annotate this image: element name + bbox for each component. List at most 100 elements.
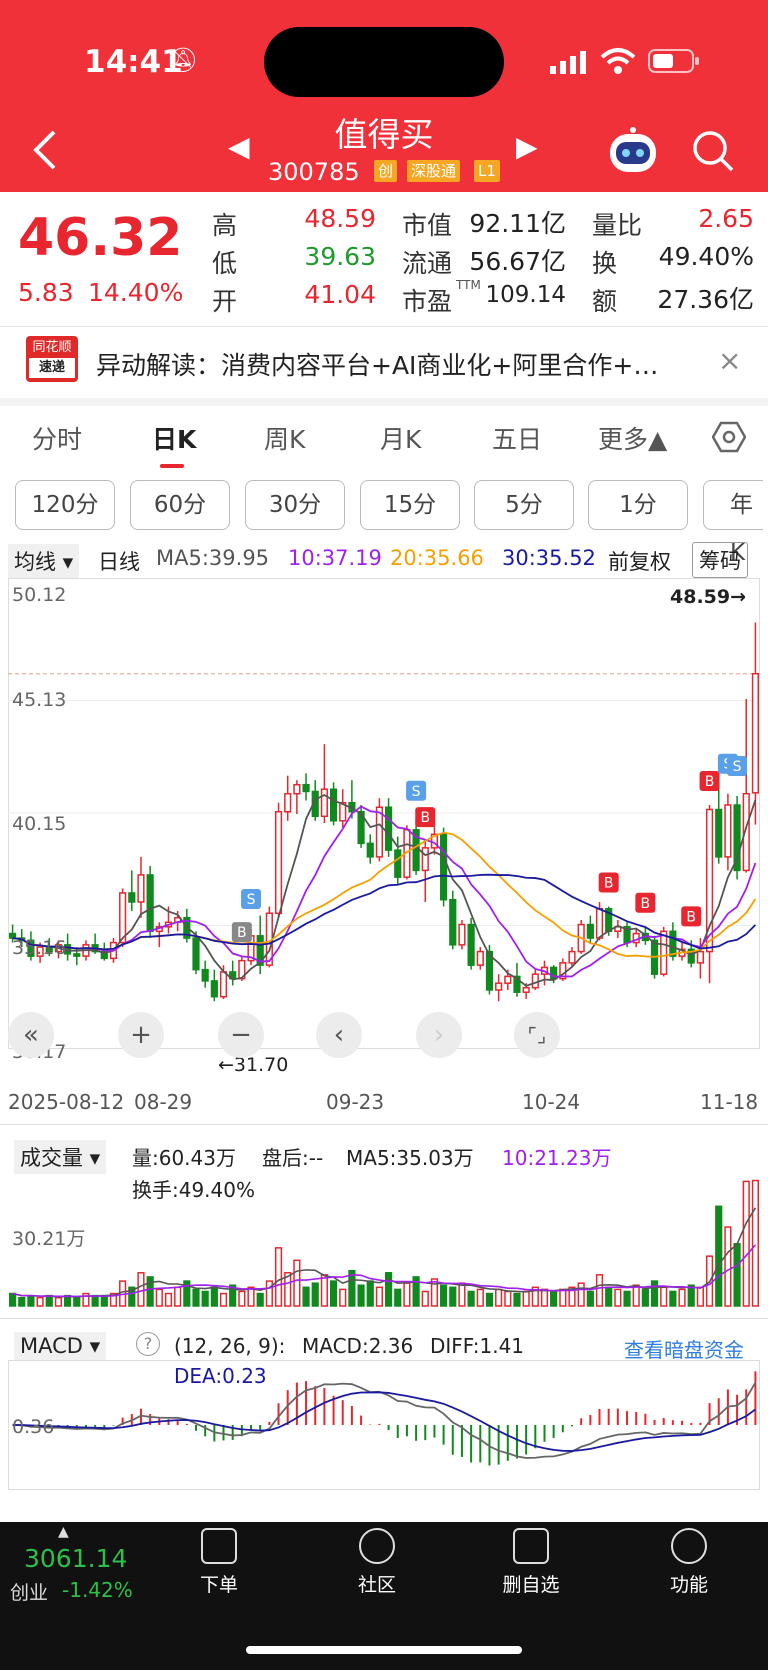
volume-bar bbox=[522, 1290, 530, 1307]
legend-adjust[interactable]: 前复权 bbox=[608, 546, 671, 576]
zoom-out-far-icon[interactable]: « bbox=[8, 1012, 54, 1058]
tab-intraday[interactable]: 分时 bbox=[32, 420, 82, 456]
news-text[interactable]: 异动解读：消费内容平台+AI商业化+阿里合作+… bbox=[96, 346, 696, 382]
index-value[interactable]: 3061.14 bbox=[24, 1544, 127, 1573]
volume-bar bbox=[614, 1288, 622, 1307]
chip-60min[interactable]: 60分 bbox=[130, 480, 230, 530]
dock-functions[interactable]: 功能 bbox=[634, 1528, 744, 1597]
tab-weekly-k[interactable]: 周K bbox=[264, 420, 305, 456]
fullscreen-icon[interactable]: ⌜⌟ bbox=[514, 1012, 560, 1058]
volume-bar bbox=[742, 1180, 750, 1307]
volume-bar bbox=[650, 1280, 659, 1307]
tag-connect: 深股通 bbox=[407, 160, 461, 182]
dea-line bbox=[12, 1391, 756, 1452]
volume-bar bbox=[384, 1272, 393, 1307]
volume-bar bbox=[375, 1286, 384, 1307]
settings-hex-icon[interactable] bbox=[712, 420, 746, 454]
signal-icon bbox=[550, 51, 586, 74]
help-icon[interactable]: ? bbox=[136, 1332, 160, 1356]
volume-bar bbox=[595, 1274, 604, 1307]
index-pct: -1.42% bbox=[62, 1578, 133, 1602]
candle-body bbox=[293, 783, 301, 795]
volume-bar bbox=[256, 1292, 264, 1307]
date-label-3: 09-23 bbox=[326, 1090, 385, 1114]
volume-bar bbox=[219, 1292, 228, 1307]
dark-pool-link[interactable]: 查看暗盘资金 bbox=[624, 1334, 744, 1363]
trade-marker-label: B bbox=[604, 875, 614, 891]
zoom-out-icon[interactable]: − bbox=[218, 1012, 264, 1058]
volume-bar bbox=[421, 1290, 429, 1307]
macd-chart[interactable] bbox=[8, 1360, 760, 1492]
candle-body bbox=[696, 950, 704, 964]
vol-ratio-value: 2.65 bbox=[698, 204, 754, 233]
date-label-1: 2025-08-12 bbox=[8, 1090, 125, 1114]
scroll-left-icon[interactable]: ‹ bbox=[316, 1012, 362, 1058]
volume-bar bbox=[36, 1296, 44, 1307]
high-label: 高 bbox=[212, 211, 238, 240]
vol-ratio-label: 量比 bbox=[592, 211, 643, 240]
tab-more[interactable]: 更多▲ bbox=[598, 420, 667, 456]
chip-15min[interactable]: 15分 bbox=[360, 480, 460, 530]
legend-ma30: 30:35.52 bbox=[502, 546, 596, 570]
volume-bar bbox=[577, 1282, 585, 1307]
dock-remove-watch[interactable]: 删自选 bbox=[476, 1528, 586, 1597]
volume-ma5: MA5:35.03万 bbox=[346, 1146, 474, 1170]
volume-bar bbox=[357, 1284, 365, 1307]
news-close-icon[interactable]: × bbox=[718, 344, 741, 377]
chip-5min[interactable]: 5分 bbox=[474, 480, 574, 530]
news-logo-bottom: 速递 bbox=[29, 358, 75, 378]
volume-bar bbox=[8, 1292, 17, 1307]
volume-bar bbox=[724, 1226, 732, 1307]
candle-body bbox=[751, 672, 760, 794]
trade-marker-label: S bbox=[247, 892, 256, 908]
low-marker: ←31.70 bbox=[218, 1054, 289, 1076]
volume-chart[interactable] bbox=[8, 1168, 760, 1308]
minus-box-icon bbox=[513, 1528, 549, 1564]
dock-order[interactable]: 下单 bbox=[164, 1528, 274, 1597]
zoom-in-icon[interactable]: + bbox=[118, 1012, 164, 1058]
volume-axis-label: 30.21万 bbox=[12, 1228, 86, 1250]
legend-ma10: 10:37.19 bbox=[288, 546, 382, 570]
candlestick-chart[interactable]: BSBSBBBBSS bbox=[8, 578, 760, 1074]
star-icon bbox=[359, 1528, 395, 1564]
volume-bar bbox=[559, 1288, 567, 1307]
robot-assistant-icon[interactable] bbox=[606, 126, 660, 176]
divider bbox=[0, 326, 768, 327]
pe-label: 市盈 bbox=[402, 287, 453, 316]
volume-bar bbox=[339, 1288, 347, 1307]
legend-daily: 日线 bbox=[98, 550, 140, 574]
candle-body bbox=[476, 950, 484, 966]
chip-120min[interactable]: 120分 bbox=[15, 480, 115, 530]
volume-bar bbox=[550, 1290, 558, 1307]
chip-30min[interactable]: 30分 bbox=[245, 480, 345, 530]
tab-monthly-k[interactable]: 月K bbox=[380, 420, 421, 456]
wifi-icon bbox=[600, 48, 636, 74]
candle-body bbox=[440, 833, 448, 901]
pe-value: 109.14 bbox=[485, 282, 566, 308]
diff-value: DIFF:1.41 bbox=[430, 1334, 525, 1358]
candle-body bbox=[660, 930, 668, 975]
date-label-4: 10-24 bbox=[522, 1090, 581, 1114]
volume-bar bbox=[678, 1288, 686, 1307]
trade-marker-label: B bbox=[641, 896, 651, 912]
search-icon[interactable] bbox=[692, 130, 736, 174]
chip-distribution-button[interactable]: 筹码 bbox=[692, 542, 748, 578]
volume-bar bbox=[605, 1286, 613, 1307]
chip-yearly[interactable]: 年K bbox=[703, 480, 763, 566]
battery-icon bbox=[648, 49, 699, 73]
tab-daily-k[interactable]: 日K bbox=[152, 420, 196, 456]
trade-marker-label: S bbox=[733, 759, 742, 775]
volume-bar bbox=[366, 1280, 374, 1307]
ma-selector[interactable]: 均线 ▾ bbox=[8, 544, 80, 578]
legend-ma20: 20:35.66 bbox=[390, 546, 484, 570]
dock-community[interactable]: 社区 bbox=[322, 1528, 432, 1597]
macd-selector[interactable]: MACD ▾ bbox=[14, 1332, 107, 1360]
next-stock-icon[interactable]: ▶ bbox=[516, 130, 538, 163]
scroll-right-icon[interactable]: › bbox=[416, 1012, 462, 1058]
candle-body bbox=[495, 982, 503, 991]
tab-five-day[interactable]: 五日 bbox=[492, 420, 542, 456]
volume-bar bbox=[458, 1282, 466, 1307]
volume-bar bbox=[623, 1290, 631, 1307]
chip-1min[interactable]: 1分 bbox=[588, 480, 688, 530]
candle-body bbox=[366, 842, 374, 858]
